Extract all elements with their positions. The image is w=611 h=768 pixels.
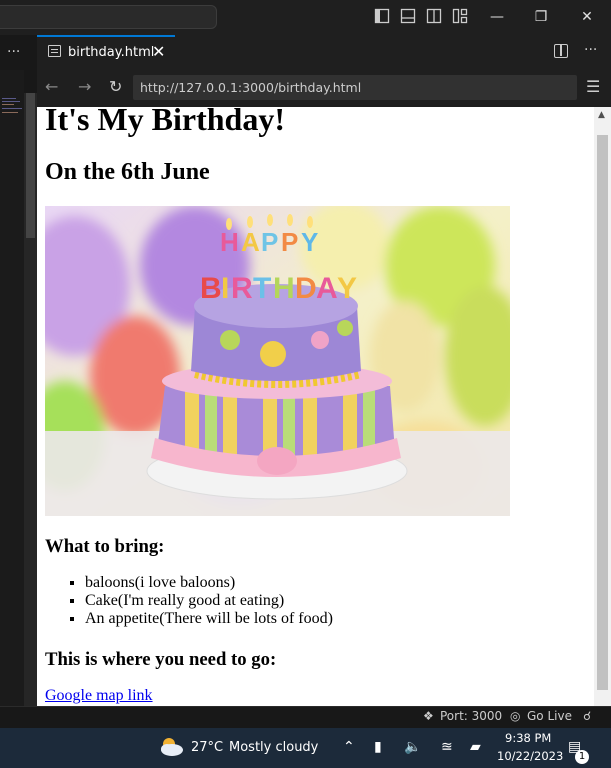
- customize-layout-icon[interactable]: [451, 8, 469, 26]
- svg-text:P: P: [261, 227, 278, 257]
- scroll-up-arrow-icon[interactable]: ▲: [598, 110, 605, 120]
- more-actions-icon[interactable]: ···: [584, 42, 597, 58]
- preview-icon: [48, 45, 61, 57]
- page-title: It's My Birthday!: [45, 107, 285, 137]
- meet-now-icon[interactable]: ▮: [374, 739, 382, 755]
- port-status[interactable]: Port: 3000: [440, 709, 502, 723]
- svg-text:R: R: [231, 272, 253, 305]
- toggle-secondary-sidebar-icon[interactable]: [425, 8, 443, 26]
- bell-icon[interactable]: ☌: [583, 709, 591, 723]
- back-arrow-icon[interactable]: ←: [45, 77, 58, 96]
- svg-text:B: B: [200, 272, 222, 305]
- go-live-icon: ◎: [510, 709, 521, 723]
- minimap-line: [2, 98, 16, 99]
- svg-text:A: A: [316, 272, 338, 305]
- svg-text:D: D: [295, 272, 317, 305]
- weather-temperature[interactable]: 27°C: [191, 740, 223, 755]
- svg-text:T: T: [253, 272, 271, 305]
- clock-date[interactable]: 10/22/2023: [497, 749, 563, 763]
- cloud-sun-icon[interactable]: [158, 736, 184, 762]
- command-center[interactable]: [0, 5, 217, 29]
- list-item: Cake(I'm really good at eating): [85, 592, 333, 610]
- restore-button[interactable]: ❐: [519, 6, 563, 28]
- power-icon[interactable]: ▰: [470, 739, 481, 755]
- reload-icon[interactable]: ↻: [109, 77, 122, 96]
- date-heading: On the 6th June: [45, 159, 210, 185]
- svg-text:H: H: [220, 227, 239, 257]
- minimap-line: [2, 112, 18, 113]
- close-icon[interactable]: ✕: [152, 42, 165, 61]
- minimap-line: [2, 101, 20, 102]
- minimap-line: [2, 108, 22, 109]
- bring-heading: What to bring:: [45, 536, 165, 557]
- svg-text:A: A: [241, 227, 260, 257]
- page-scrollbar-thumb[interactable]: [597, 135, 608, 690]
- svg-text:Y: Y: [337, 272, 357, 305]
- toggle-panel-icon[interactable]: [399, 8, 417, 26]
- birthday-cake-image: H A P P Y B I R T H D A Y: [45, 206, 510, 516]
- clock-time[interactable]: 9:38 PM: [505, 731, 551, 745]
- split-editor-icon[interactable]: [554, 44, 568, 58]
- volume-icon[interactable]: 🔈: [404, 739, 421, 755]
- broadcast-icon: ❖: [423, 709, 434, 723]
- notification-badge: 1: [575, 750, 589, 764]
- google-map-link[interactable]: Google map link: [45, 687, 153, 705]
- list-item: An appetite(There will be lots of food): [85, 610, 333, 628]
- svg-text:P: P: [281, 227, 298, 257]
- wifi-icon[interactable]: ≊: [441, 739, 453, 755]
- minimap-line: [2, 104, 14, 105]
- weather-description[interactable]: Mostly cloudy: [229, 740, 318, 755]
- bring-list: baloons(i love baloons) Cake(I'm really …: [45, 574, 333, 628]
- close-window-button[interactable]: ✕: [565, 6, 609, 28]
- toggle-primary-sidebar-icon[interactable]: [373, 8, 391, 26]
- svg-text:I: I: [221, 272, 229, 305]
- code-editor-minimap: [0, 70, 24, 706]
- more-actions-icon[interactable]: ···: [7, 44, 20, 60]
- minimize-button[interactable]: —: [475, 6, 519, 28]
- browser-viewport: It's My Birthday! On the 6th June H A P …: [37, 107, 594, 706]
- svg-text:Y: Y: [301, 227, 318, 257]
- editor-scrollbar-thumb[interactable]: [26, 93, 35, 238]
- location-heading: This is where you need to go:: [45, 649, 277, 670]
- hamburger-menu-icon[interactable]: ☰: [586, 77, 600, 96]
- address-bar-url[interactable]: http://127.0.0.1:3000/birthday.html: [140, 80, 361, 95]
- list-item: baloons(i love baloons): [85, 574, 333, 592]
- svg-text:H: H: [273, 272, 295, 305]
- forward-arrow-icon[interactable]: →: [78, 77, 91, 96]
- tab-label: birthday.html: [68, 45, 155, 60]
- go-live-button[interactable]: Go Live: [527, 709, 572, 723]
- chevron-up-icon[interactable]: ⌃: [343, 739, 355, 755]
